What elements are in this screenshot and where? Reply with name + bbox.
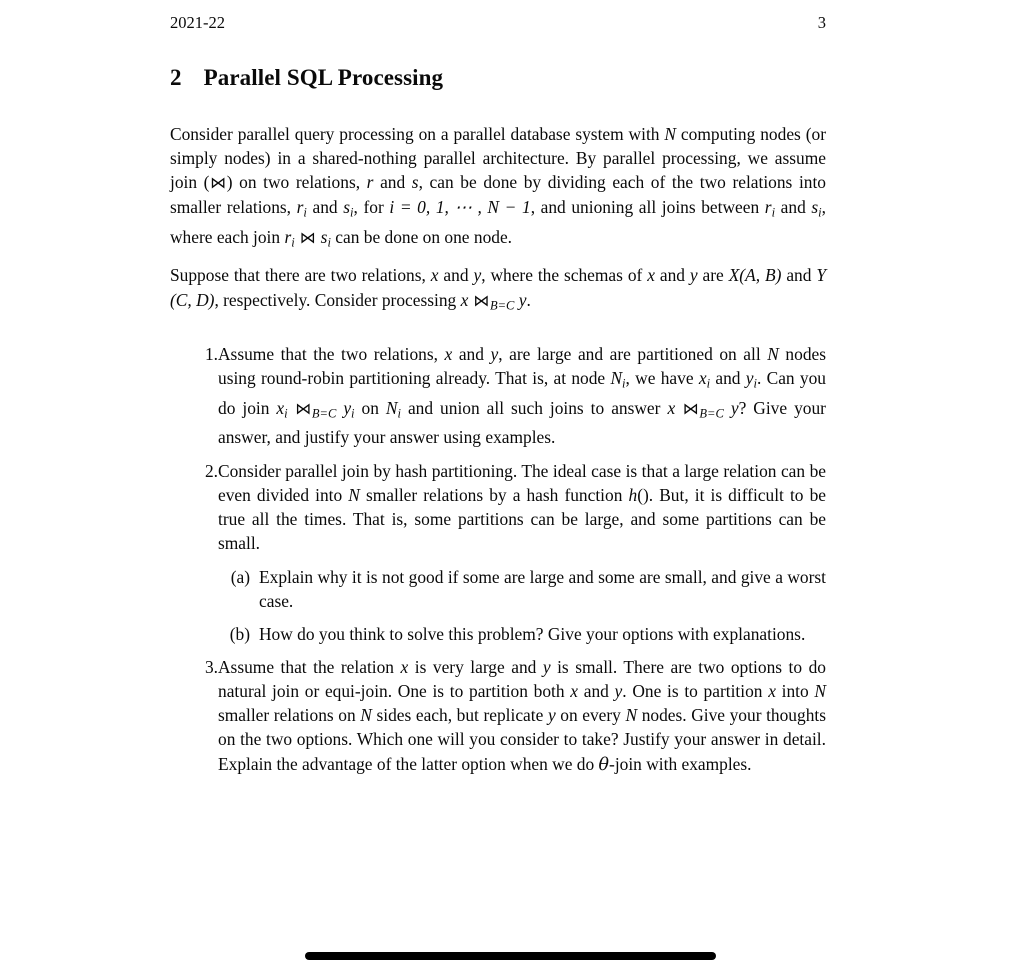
text-run: and — [781, 265, 817, 286]
page-bottom-bar — [305, 952, 716, 960]
list-item: 1. Assume that the two relations, x and … — [170, 342, 826, 449]
math-var-x: x — [276, 397, 285, 418]
section-number: 2 — [170, 65, 182, 90]
list-item-text: Assume that the two relations, x and y , … — [218, 342, 826, 449]
math-var-y: y — [547, 705, 556, 726]
list-item-text: Consider parallel join by hash partition… — [218, 459, 826, 555]
math-var-x: x — [768, 681, 776, 702]
text-run: and union all such joins to answer — [400, 397, 668, 418]
math-subscript-i: i — [291, 235, 295, 250]
paragraph-intro: Consider parallel query processing on a … — [170, 122, 826, 254]
text-run: and — [654, 265, 690, 286]
math-schema-X: X(A, B) — [728, 265, 782, 286]
join-symbol-icon: ⋈ — [299, 227, 316, 247]
text-run: , we have — [625, 368, 699, 389]
text-run: and — [438, 265, 474, 286]
math-var-N: N — [625, 705, 638, 726]
math-var-N: N — [360, 705, 372, 726]
document-page: 2021-22 3 2 Parallel SQL Processing Consi… — [0, 0, 1024, 973]
text-run: on every — [555, 705, 626, 726]
math-subscript-i: i — [284, 406, 288, 421]
math-var-y: y — [730, 397, 739, 418]
math-var-N: N — [664, 124, 677, 144]
math-var-N: N — [348, 484, 360, 505]
section-title: Parallel SQL Processing — [203, 65, 444, 90]
sub-question-list: (a) Explain why it is not good if some a… — [218, 565, 826, 646]
join-symbol-icon: ⋈ — [295, 398, 312, 418]
math-var-x: x — [698, 368, 707, 389]
text-run: can be done on one node. — [330, 226, 513, 247]
math-var-x: x — [570, 681, 579, 702]
math-var-N: N — [610, 368, 623, 389]
math-var-N: N — [814, 681, 827, 702]
document-content: 2 Parallel SQL Processing Consider parall… — [170, 64, 826, 777]
math-var-y: y — [689, 265, 698, 286]
text-run: Suppose that there are two relations, — [170, 265, 431, 286]
text-run: on — [354, 397, 386, 418]
running-header: 2021-22 3 — [170, 13, 826, 33]
math-var-x: x — [667, 397, 676, 418]
join-symbol-icon: ⋈ — [473, 290, 490, 310]
text-run: and — [452, 344, 491, 365]
text-run: into — [775, 681, 815, 702]
text-run: and — [373, 172, 412, 193]
join-symbol-icon: ⋈ — [210, 173, 227, 193]
text-run: smaller relations on — [218, 705, 361, 726]
text-run: and — [306, 197, 344, 218]
math-var-theta: θ — [598, 754, 610, 775]
text-run: is very large and — [408, 657, 543, 678]
text-run: and — [775, 197, 812, 218]
list-marker: 2. — [204, 460, 218, 481]
text-run: . — [526, 289, 531, 310]
text-run: , and unioning all joins between — [530, 197, 765, 218]
list-item: 2. Consider parallel join by hash partit… — [170, 459, 826, 647]
text-run: smaller relations by a hash function — [359, 484, 629, 505]
math-var-y: y — [343, 397, 352, 418]
text-run: ) on two relations, — [226, 172, 367, 193]
math-subscript-bc: B=C — [699, 406, 724, 421]
math-var-s: s — [411, 172, 419, 193]
math-subscript-bc: B=C — [489, 298, 515, 313]
text-run: Consider parallel query processing on a … — [170, 124, 665, 144]
text-run: . One is to partition — [622, 681, 769, 702]
list-item: (b) How do you think to solve this probl… — [218, 622, 826, 646]
list-item: (a) Explain why it is not good if some a… — [218, 565, 826, 613]
text-run: and — [578, 681, 615, 702]
math-index-range: i = 0, 1, ⋯ , N − 1 — [389, 197, 531, 218]
math-var-N: N — [767, 344, 779, 365]
text-run: sides each, but replicate — [371, 705, 548, 726]
math-subscript-bc: B=C — [311, 406, 337, 421]
text-run: Assume that the two relations, — [218, 344, 445, 365]
text-run: , for — [353, 197, 390, 218]
list-marker: 3. — [204, 657, 218, 678]
text-run: are — [697, 265, 729, 286]
math-var-x: x — [430, 265, 439, 286]
header-left-label: 2021-22 — [170, 13, 225, 32]
sub-list-item-text: How do you think to solve this problem? … — [259, 624, 806, 645]
sub-list-marker: (b) — [229, 624, 250, 645]
text-run: , respectively. Consider processing — [214, 289, 461, 310]
math-var-h: h — [628, 484, 638, 505]
question-list: 1. Assume that the two relations, x and … — [170, 342, 826, 777]
text-run: , where the schemas of — [481, 265, 648, 286]
join-symbol-icon: ⋈ — [682, 398, 699, 418]
math-var-r: r — [764, 197, 772, 218]
text-run: -join with examples. — [609, 753, 752, 774]
text-run: and — [710, 368, 746, 389]
sub-list-item-text: Explain why it is not good if some are l… — [259, 566, 826, 611]
list-item-text: Assume that the relation x is very large… — [218, 655, 826, 776]
section-heading: 2 Parallel SQL Processing — [170, 64, 826, 92]
page-number: 3 — [817, 13, 826, 32]
math-var-s: s — [343, 197, 351, 218]
math-var-x: x — [460, 289, 469, 310]
list-item: 3. Assume that the relation x is very la… — [170, 655, 826, 776]
paragraph-setup: Suppose that there are two relations, x … — [170, 263, 826, 317]
text-run: , are large and are partitioned on all — [498, 344, 768, 365]
math-var-y: y — [542, 657, 551, 678]
text-run: Assume that the relation — [218, 657, 401, 678]
math-var-N: N — [385, 397, 398, 418]
list-marker: 1. — [204, 344, 218, 365]
sub-list-marker: (a) — [230, 566, 250, 587]
math-var-x: x — [647, 265, 655, 286]
